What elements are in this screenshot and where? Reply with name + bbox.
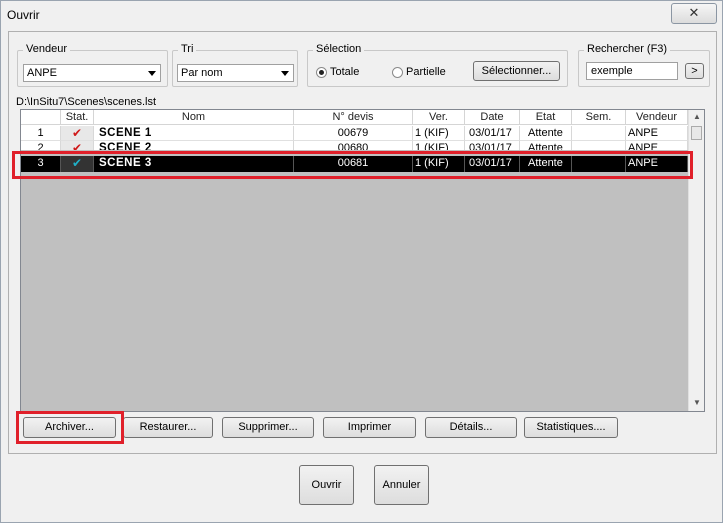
scroll-down-icon[interactable]: ▼: [693, 398, 701, 407]
selection-group: Sélection Totale Partielle Sélectionner.…: [307, 43, 568, 87]
chevron-down-icon: [281, 71, 289, 76]
row-number: 1: [21, 126, 61, 141]
vendeur-value: ANPE: [27, 67, 57, 79]
selected-row-highlight: [12, 151, 693, 179]
table-row[interactable]: 1 ✔ SCENE 1 00679 1 (KIF) 03/01/17 Atten…: [21, 126, 688, 141]
scene-name: SCENE 2: [94, 141, 294, 150]
vendeur-group: Vendeur ANPE: [17, 43, 168, 87]
radio-totale[interactable]: [316, 67, 327, 78]
radio-partielle[interactable]: [392, 67, 403, 78]
col-devis[interactable]: N° devis: [294, 110, 413, 125]
table-header: Stat. Nom N° devis Ver. Date Etat Sem. V…: [21, 110, 688, 126]
open-dialog: Ouvrir ✕ Vendeur ANPE Tri Par nom Sélect…: [0, 0, 723, 523]
close-button[interactable]: ✕: [671, 3, 717, 24]
col-date[interactable]: Date: [465, 110, 520, 125]
vendeur-label: Vendeur: [23, 43, 70, 55]
col-nom[interactable]: Nom: [94, 110, 294, 125]
version: 1 (KIF): [413, 141, 465, 150]
col-num[interactable]: [21, 110, 61, 125]
search-input[interactable]: exemple: [586, 62, 678, 80]
supprimer-button[interactable]: Supprimer...: [222, 417, 314, 438]
etat: Attente: [520, 126, 572, 141]
vendeur: ANPE: [626, 141, 688, 150]
window-title: Ouvrir: [7, 8, 40, 22]
date: 03/01/17: [465, 141, 520, 150]
ouvrir-button[interactable]: Ouvrir: [299, 465, 354, 505]
selectionner-button[interactable]: Sélectionner...: [473, 61, 560, 81]
restaurer-button[interactable]: Restaurer...: [123, 417, 213, 438]
col-vendeur[interactable]: Vendeur: [626, 110, 688, 125]
annuler-button[interactable]: Annuler: [374, 465, 429, 505]
file-path: D:\InSitu7\Scenes\scenes.lst: [16, 96, 157, 108]
tri-label: Tri: [178, 43, 197, 55]
tri-value: Par nom: [181, 67, 223, 79]
etat: Attente: [520, 141, 572, 150]
archiver-highlight: [16, 411, 124, 444]
sem: [572, 141, 626, 150]
col-etat[interactable]: Etat: [520, 110, 572, 125]
search-label: Rechercher (F3): [584, 43, 671, 55]
statistiques-button[interactable]: Statistiques....: [524, 417, 618, 438]
date: 03/01/17: [465, 126, 520, 141]
search-go-button[interactable]: >: [685, 63, 704, 79]
tri-select[interactable]: Par nom: [177, 64, 294, 82]
row-number: 2: [21, 141, 61, 150]
radio-totale-label: Totale: [330, 66, 360, 78]
table-row[interactable]: 2 ✔ SCENE 2 00680 1 (KIF) 03/01/17 Atten…: [21, 141, 688, 150]
scroll-thumb[interactable]: [691, 126, 702, 140]
col-stat[interactable]: Stat.: [61, 110, 94, 125]
scroll-up-icon[interactable]: ▲: [693, 112, 701, 121]
col-sem[interactable]: Sem.: [572, 110, 626, 125]
title-bar: Ouvrir ✕: [1, 1, 722, 30]
tri-group: Tri Par nom: [172, 43, 298, 87]
sem: [572, 126, 626, 141]
red-check-icon: ✔: [61, 141, 94, 150]
vendeur: ANPE: [626, 126, 688, 141]
search-group: Rechercher (F3) exemple >: [578, 43, 710, 87]
version: 1 (KIF): [413, 126, 465, 141]
col-ver[interactable]: Ver.: [413, 110, 465, 125]
details-button[interactable]: Détails...: [425, 417, 517, 438]
scene-name: SCENE 1: [94, 126, 294, 141]
chevron-down-icon: [148, 71, 156, 76]
radio-partielle-label: Partielle: [406, 66, 446, 78]
devis-number: 00680: [294, 141, 413, 150]
imprimer-button[interactable]: Imprimer: [323, 417, 416, 438]
selection-label: Sélection: [313, 43, 365, 55]
vendeur-select[interactable]: ANPE: [23, 64, 161, 82]
red-check-icon: ✔: [61, 126, 94, 141]
devis-number: 00679: [294, 126, 413, 141]
